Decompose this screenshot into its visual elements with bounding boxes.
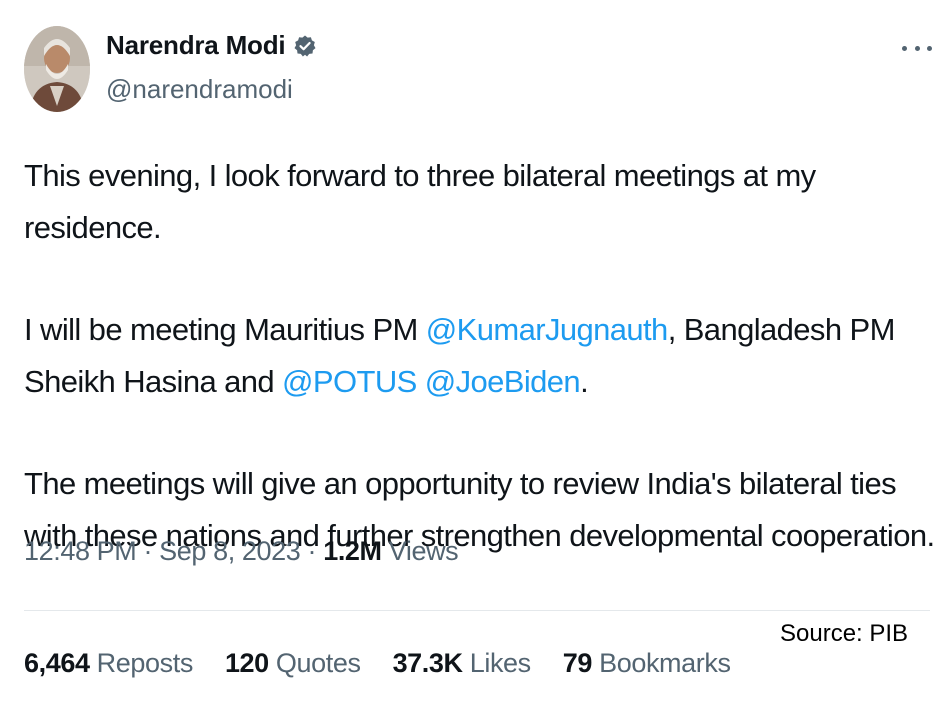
quotes-count: 120 xyxy=(224,648,269,678)
tweet-metadata: 12:48 PM · Sep 8, 2023 · 1.2M Views xyxy=(24,536,459,567)
reposts-stat[interactable]: 6,464 Reposts xyxy=(24,648,193,679)
author-handle[interactable]: @narendramodi xyxy=(106,74,293,105)
mention-link-kumarjugnauth[interactable]: @KumarJugnauth xyxy=(426,312,669,347)
likes-stat[interactable]: 37.3K Likes xyxy=(392,648,532,679)
more-dot xyxy=(927,45,932,51)
views-count: 1.2M xyxy=(323,536,382,566)
source-caption: Source: PIB xyxy=(780,620,909,647)
quotes-stat[interactable]: 120 Quotes xyxy=(225,648,361,679)
engagement-stats: 6,464 Reposts 120 Quotes 37.3K Likes 79 … xyxy=(24,648,763,679)
reposts-label: Reposts xyxy=(89,648,194,678)
meta-separator: · xyxy=(300,536,324,566)
bookmarks-stat[interactable]: 79 Bookmarks xyxy=(563,648,731,679)
meta-separator: · xyxy=(136,536,160,566)
author-display-name[interactable]: Narendra Modi xyxy=(106,30,317,61)
tweet-text-segment: . xyxy=(580,364,589,399)
avatar-image xyxy=(24,26,90,112)
tweet-paragraph-2: I will be meeting Mauritius PM @KumarJug… xyxy=(24,304,944,408)
divider xyxy=(24,610,930,611)
author-name-text: Narendra Modi xyxy=(106,30,286,60)
views-label: Views xyxy=(381,536,459,566)
mention-link-potus[interactable]: @POTUS xyxy=(282,364,417,399)
tweet-timestamp[interactable]: 12:48 PM xyxy=(24,536,137,566)
bookmarks-count: 79 xyxy=(562,648,593,678)
tweet-paragraph-1: This evening, I look forward to three bi… xyxy=(24,158,816,245)
tweet-text-segment: I will be meeting Mauritius PM xyxy=(24,312,426,347)
tweet-text-segment xyxy=(417,364,425,399)
likes-count: 37.3K xyxy=(392,648,463,678)
avatar[interactable] xyxy=(24,26,90,112)
mention-link-joebiden[interactable]: @JoeBiden xyxy=(425,364,581,399)
tweet-text: This evening, I look forward to three bi… xyxy=(24,150,944,562)
more-dot xyxy=(914,45,920,51)
reposts-count: 6,464 xyxy=(24,648,90,678)
tweet-date[interactable]: Sep 8, 2023 xyxy=(159,536,301,566)
more-dot xyxy=(902,45,907,51)
more-options-icon[interactable] xyxy=(902,40,932,56)
likes-label: Likes xyxy=(462,648,531,678)
quotes-label: Quotes xyxy=(268,648,361,678)
bookmarks-label: Bookmarks xyxy=(592,648,731,678)
verified-badge-icon xyxy=(294,35,316,56)
